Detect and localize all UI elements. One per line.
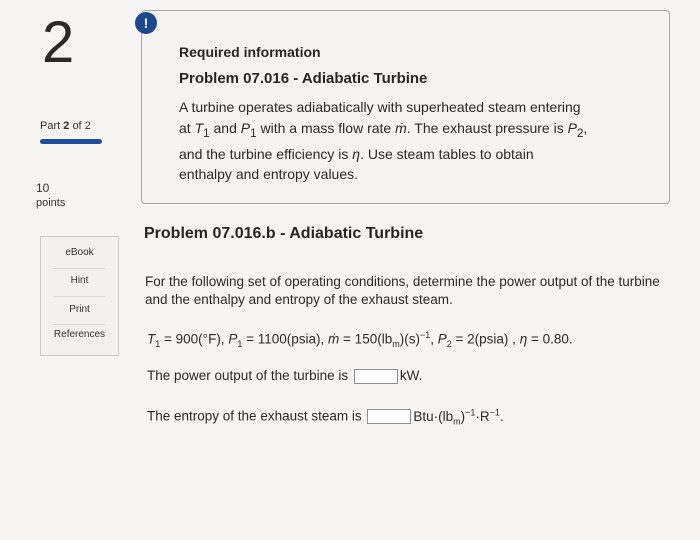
resources-panel: eBook Hint Print References [40, 236, 119, 356]
subproblem-title: Problem 07.016.b - Adiabatic Turbine [144, 225, 424, 242]
required-information-title: Required information [179, 44, 321, 60]
subproblem-instructions: For the following set of operating condi… [145, 274, 660, 307]
entropy-question: The entropy of the exhaust steam is Btu·… [147, 407, 504, 426]
points-label: points [36, 197, 66, 209]
var-p: P [228, 331, 238, 347]
value-text: = 2(psia) , [451, 331, 520, 347]
sup-minus-1: −1 [489, 407, 500, 417]
problem-title: Problem 07.016 - Adiabatic Turbine [179, 70, 428, 87]
sub-m: m [392, 339, 400, 350]
value-text: )(s) [399, 331, 420, 347]
value-text: = 1100(psia), [242, 331, 329, 347]
var-p: P [437, 331, 447, 347]
power-label: The power output of the turbine is [147, 368, 349, 383]
var-p: P [240, 119, 251, 136]
sub-m: m [453, 416, 461, 427]
entropy-input[interactable] [367, 409, 412, 425]
entropy-unit: Btu·(lbm)−1·R−1. [413, 407, 504, 427]
value-text: , [430, 331, 438, 347]
divider [53, 296, 105, 297]
part-current: 2 [63, 120, 70, 132]
desc-text: and [209, 119, 241, 136]
value-text: = 900(°F), [160, 331, 229, 347]
alert-icon: ! [135, 12, 157, 34]
value-text: = 0.80. [527, 331, 573, 347]
var-mdot: ṁ [395, 119, 407, 136]
required-information-box: Required information Problem 07.016 - Ad… [141, 10, 670, 204]
references-button[interactable]: References [41, 329, 118, 340]
desc-text: . The exhaust pressure is [406, 119, 568, 136]
question-number: 2 [42, 10, 75, 75]
sup-minus-1: −1 [419, 330, 431, 340]
print-button[interactable]: Print [41, 304, 118, 315]
var-t: T [147, 331, 156, 347]
power-question: The power output of the turbine is kW. [147, 368, 422, 384]
divider [53, 324, 105, 325]
part-indicator: Part 2 of 2 [40, 120, 91, 132]
points-value: 10 [36, 181, 50, 195]
var-t: T [194, 119, 204, 136]
unit-text: Btu·(lb [413, 408, 454, 424]
ebook-button[interactable]: eBook [41, 247, 118, 258]
given-conditions: T1 = 900(°F), P1 = 1100(psia), ṁ = 150(l… [147, 330, 573, 349]
sup-minus-1: −1 [465, 407, 476, 417]
var-mdot: ṁ [328, 331, 340, 347]
value-text: = 150(lb [339, 331, 393, 347]
divider [53, 268, 105, 269]
hint-button[interactable]: Hint [41, 275, 118, 286]
unit-text: . [499, 408, 504, 424]
desc-text: with a mass flow rate [256, 119, 396, 136]
power-input[interactable] [353, 368, 398, 384]
var-eta: η [352, 145, 361, 162]
unit-text: ·R [475, 408, 490, 424]
part-of: of [72, 120, 82, 132]
var-p: P [567, 119, 577, 136]
part-progress-bar [40, 139, 102, 144]
part-prefix: Part [40, 120, 61, 132]
part-total: 2 [84, 120, 91, 132]
entropy-label: The entropy of the exhaust steam is [147, 408, 362, 424]
power-unit: kW. [399, 368, 423, 383]
problem-description: A turbine operates adiabatically with su… [179, 97, 589, 185]
